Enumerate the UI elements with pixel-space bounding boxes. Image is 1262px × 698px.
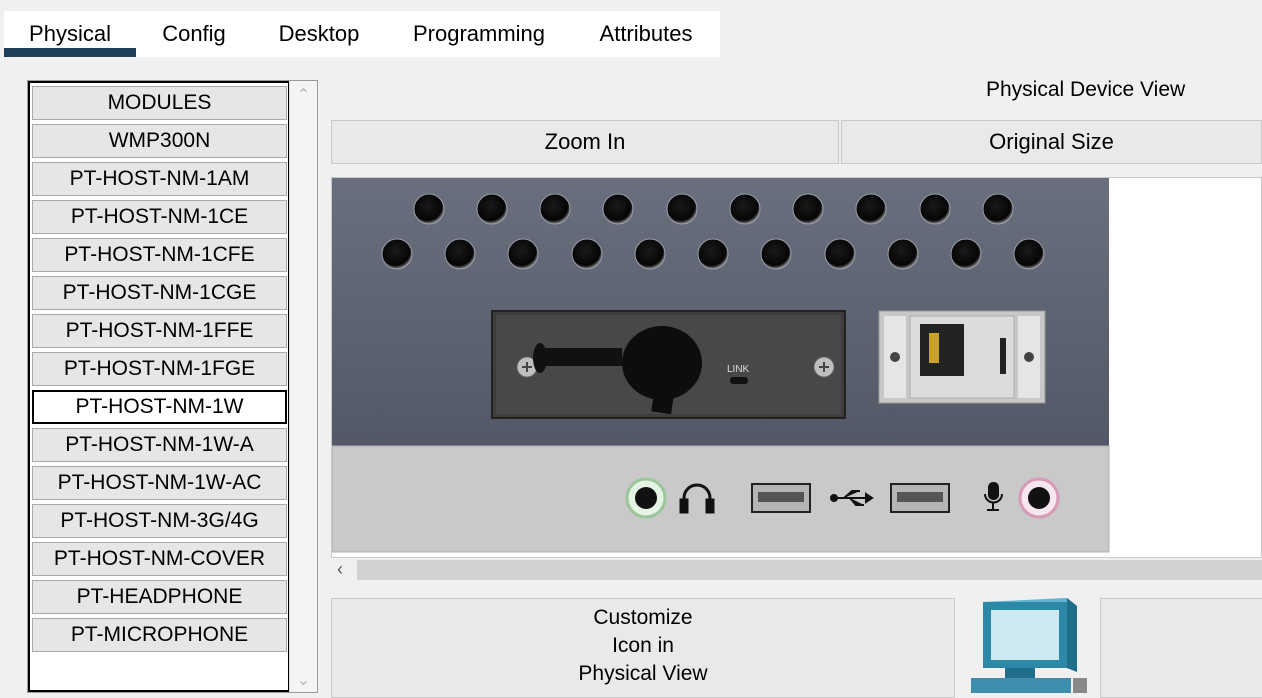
device-image[interactable]: LINK	[331, 178, 1261, 582]
module-item[interactable]: PT-HOST-NM-1W-AC	[32, 466, 287, 500]
module-list-scrollbar[interactable]: ⌃ ⌄	[289, 81, 317, 692]
module-item[interactable]: PT-HOST-NM-COVER	[32, 542, 287, 576]
module-item[interactable]: PT-MICROPHONE	[32, 618, 287, 652]
physical-device-view-title: Physical Device View	[986, 78, 1186, 101]
original-size-button[interactable]: Original Size	[841, 120, 1262, 164]
right-panel-box	[1100, 598, 1262, 698]
microphone-jack[interactable]	[1018, 477, 1060, 519]
headphone-jack[interactable]	[625, 477, 667, 519]
zoom-in-button[interactable]: Zoom In	[331, 120, 839, 164]
module-item[interactable]: PT-HOST-NM-1CFE	[32, 238, 287, 272]
device-view-frame: LINK	[331, 177, 1262, 583]
tab-desktop[interactable]: Desktop	[252, 11, 386, 57]
scroll-down-icon[interactable]: ⌄	[290, 670, 317, 690]
customize-line-2: Icon in	[612, 634, 674, 657]
scroll-left-icon[interactable]: ‹	[337, 559, 343, 580]
tab-programming[interactable]: Programming	[386, 11, 572, 57]
module-item[interactable]: MODULES	[32, 86, 287, 120]
pc-monitor-icon	[971, 598, 1087, 693]
module-panel: MODULES WMP300N PT-HOST-NM-1AM PT-HOST-N…	[27, 80, 318, 693]
ethernet-module[interactable]	[878, 310, 1046, 404]
module-item[interactable]: PT-HOST-NM-1FFE	[32, 314, 287, 348]
module-item[interactable]: PT-HOST-NM-1FGE	[32, 352, 287, 386]
module-item[interactable]: PT-HOST-NM-1CE	[32, 200, 287, 234]
module-item-selected[interactable]: PT-HOST-NM-1W	[32, 390, 287, 424]
customize-icon-button[interactable]: Customize Icon in Physical View	[331, 598, 955, 698]
module-item[interactable]: PT-HEADPHONE	[32, 580, 287, 614]
device-view-hscrollbar[interactable]: ‹	[331, 557, 1262, 584]
tab-bar: Physical Config Desktop Programming Attr…	[0, 0, 1262, 58]
customize-line-3: Physical View	[578, 662, 708, 685]
module-item[interactable]: PT-HOST-NM-1AM	[32, 162, 287, 196]
customize-line-1: Customize	[593, 606, 693, 629]
tab-attributes[interactable]: Attributes	[572, 11, 720, 57]
usb-port-1[interactable]	[751, 483, 811, 513]
module-item[interactable]: PT-HOST-NM-1CGE	[32, 276, 287, 310]
hscroll-thumb[interactable]	[357, 560, 1262, 580]
module-list: MODULES WMP300N PT-HOST-NM-1AM PT-HOST-N…	[28, 81, 290, 692]
module-item[interactable]: WMP300N	[32, 124, 287, 158]
link-label: LINK	[727, 364, 750, 375]
wireless-module[interactable]: LINK	[491, 310, 846, 419]
module-item[interactable]: PT-HOST-NM-1W-A	[32, 428, 287, 462]
module-item[interactable]: PT-HOST-NM-3G/4G	[32, 504, 287, 538]
scroll-up-icon[interactable]: ⌃	[290, 85, 317, 105]
tab-physical[interactable]: Physical	[4, 11, 136, 57]
usb-port-2[interactable]	[890, 483, 950, 513]
tab-config[interactable]: Config	[136, 11, 252, 57]
